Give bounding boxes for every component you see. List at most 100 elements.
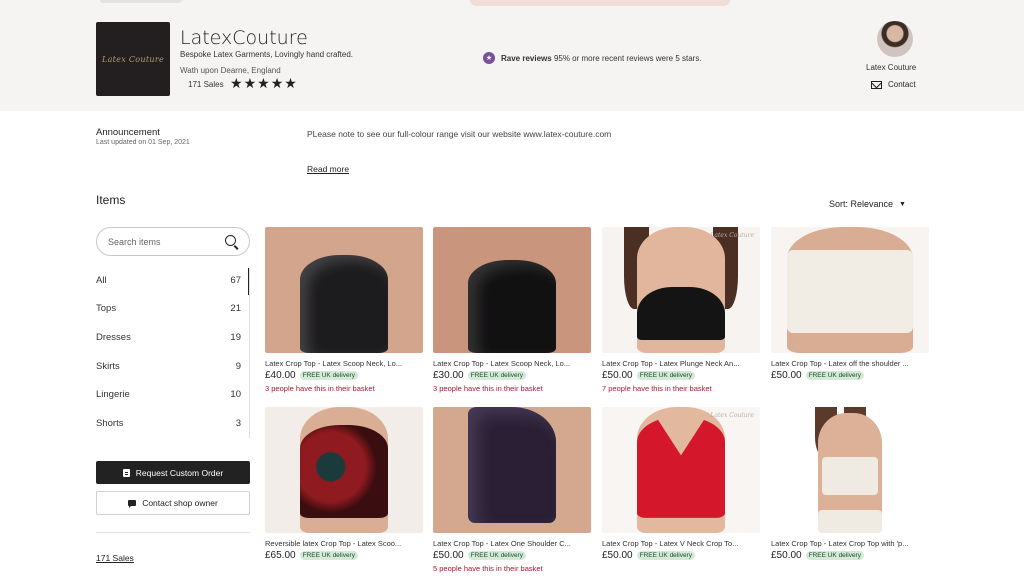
- product-price: £65.00: [265, 550, 296, 561]
- top-banner: [470, 0, 730, 6]
- free-delivery-badge: FREE UK delivery: [299, 551, 358, 560]
- product-card[interactable]: Latex Crop Top - Latex off the shoulder …: [771, 227, 929, 384]
- category-item-shorts[interactable]: Shorts 3: [96, 409, 250, 438]
- product-card[interactable]: Latex Crop Top - Latex Scoop Neck, Lo...…: [265, 227, 423, 393]
- category-label: Shorts: [96, 417, 124, 429]
- search-items-box[interactable]: [96, 227, 250, 256]
- product-price: £50.00: [602, 550, 633, 561]
- category-label: All: [96, 274, 107, 286]
- product-price: £40.00: [265, 370, 296, 381]
- product-image[interactable]: [771, 227, 929, 353]
- category-count: 67: [230, 274, 241, 286]
- star-icon: ★: [230, 75, 243, 91]
- product-title[interactable]: Latex Crop Top - Latex Scoop Neck, Lo...: [265, 359, 423, 368]
- product-card[interactable]: Reversible latex Crop Top - Latex Scoo..…: [265, 407, 423, 564]
- garment-shape: [299, 424, 389, 518]
- star-icon: ★: [270, 75, 284, 91]
- category-label: Tops: [96, 303, 117, 315]
- product-title[interactable]: Latex Crop Top - Latex Crop Top with 'p.…: [771, 539, 929, 548]
- shop-tagline: Bespoke Latex Garments, Lovingly hand cr…: [180, 50, 353, 59]
- product-image[interactable]: [433, 407, 591, 533]
- rave-detail: 95% or more recent reviews were 5 stars.: [553, 53, 702, 63]
- product-image[interactable]: [433, 227, 591, 353]
- product-card[interactable]: Latex Crop Top - Latex One Shoulder C...…: [433, 407, 591, 573]
- free-delivery-badge: FREE UK delivery: [299, 371, 358, 380]
- category-count: 19: [230, 331, 241, 343]
- contact-link[interactable]: Contact: [871, 80, 916, 89]
- garment-shape: [786, 249, 914, 333]
- category-count: 10: [230, 389, 241, 401]
- free-delivery-badge: FREE UK delivery: [467, 371, 526, 380]
- product-image[interactable]: [265, 227, 423, 353]
- request-custom-order-button[interactable]: Request Custom Order: [96, 461, 250, 484]
- category-label: Skirts: [96, 360, 120, 372]
- shop-logo[interactable]: Latex Couture: [96, 22, 170, 96]
- product-title[interactable]: Latex Crop Top - Latex Scoop Neck, Lo...: [433, 359, 591, 368]
- garment-shape: [299, 254, 389, 353]
- product-price: £50.00: [433, 550, 464, 561]
- sort-dropdown[interactable]: Sort: Relevance ▼: [829, 199, 906, 209]
- sort-label: Sort: Relevance: [829, 199, 894, 209]
- read-more-link[interactable]: Read more: [307, 164, 349, 174]
- product-image[interactable]: [771, 407, 929, 533]
- document-icon: [122, 468, 130, 477]
- contact-shop-owner-button[interactable]: Contact shop owner: [96, 491, 250, 515]
- sales-link[interactable]: 171 Sales: [96, 553, 134, 563]
- caret-down-icon: ▼: [899, 200, 906, 208]
- category-item-dresses[interactable]: Dresses 19: [96, 323, 250, 352]
- owner-avatar[interactable]: [877, 21, 913, 57]
- rave-reviews-badge: ★ Rave reviews 95% or more recent review…: [483, 52, 702, 64]
- basket-note: 3 people have this in their basket: [433, 384, 543, 393]
- product-price: £30.00: [433, 370, 464, 381]
- garment-shape: [821, 457, 879, 496]
- product-price: £50.00: [602, 370, 633, 381]
- announcement-updated: Last updated on 01 Sep, 2021: [96, 139, 190, 146]
- top-nav-stub: [100, 0, 182, 3]
- category-rail: [249, 268, 250, 438]
- garment-shape: [636, 287, 726, 341]
- basket-note: 3 people have this in their basket: [265, 384, 375, 393]
- category-count: 3: [235, 417, 241, 429]
- category-count: 21: [230, 303, 241, 315]
- announcement-title: Announcement: [96, 127, 160, 138]
- product-title[interactable]: Reversible latex Crop Top - Latex Scoo..…: [265, 539, 423, 548]
- product-card[interactable]: Latex Crop Top - Latex Scoop Neck, Lo...…: [433, 227, 591, 393]
- product-title[interactable]: Latex Crop Top - Latex Plunge Neck An...: [602, 359, 760, 368]
- star-icon: ★: [257, 75, 270, 91]
- product-image[interactable]: [265, 407, 423, 533]
- product-card[interactable]: Latex Couture Latex Crop Top - Latex V N…: [602, 407, 760, 564]
- garment-shape: [467, 259, 557, 353]
- category-item-tops[interactable]: Tops 21: [96, 295, 250, 324]
- search-input[interactable]: [108, 236, 218, 247]
- product-card[interactable]: Latex Couture Latex Crop Top - Latex Plu…: [602, 227, 760, 393]
- mail-icon: [871, 80, 882, 89]
- garment-shape: [467, 407, 557, 523]
- basket-note: 5 people have this in their basket: [433, 564, 543, 573]
- product-title[interactable]: Latex Crop Top - Latex V Neck Crop To...: [602, 539, 760, 548]
- search-icon[interactable]: [225, 235, 236, 246]
- star-icon: ★: [284, 75, 297, 91]
- product-title[interactable]: Latex Crop Top - Latex off the shoulder …: [771, 359, 929, 368]
- skirt-shape: [818, 510, 882, 533]
- shop-logo-text: Latex Couture: [101, 54, 164, 64]
- shop-name: LatexCouture: [180, 27, 308, 49]
- basket-note: 7 people have this in their basket: [602, 384, 712, 393]
- watermark-logo: Latex Couture: [710, 232, 754, 239]
- category-item-lingerie[interactable]: Lingerie 10: [96, 380, 250, 409]
- product-image[interactable]: Latex Couture: [602, 227, 760, 353]
- contact-shop-owner-label: Contact shop owner: [142, 498, 218, 508]
- award-icon: ★: [483, 52, 495, 64]
- request-custom-order-label: Request Custom Order: [135, 467, 224, 478]
- product-title[interactable]: Latex Crop Top - Latex One Shoulder C...: [433, 539, 591, 548]
- shop-location: Wath upon Dearne, England: [180, 66, 281, 75]
- watermark-logo: Latex Couture: [710, 412, 754, 419]
- category-item-skirts[interactable]: Skirts 9: [96, 352, 250, 381]
- owner-name[interactable]: Latex Couture: [866, 63, 916, 72]
- free-delivery-badge: FREE UK delivery: [467, 551, 526, 560]
- category-list: All 67 Tops 21 Dresses 19 Skirts 9 Lingerie 1…: [96, 266, 250, 438]
- product-card[interactable]: Latex Crop Top - Latex Crop Top with 'p.…: [771, 407, 929, 564]
- rating-stars[interactable]: ★ ★ ★ ★ ★: [230, 76, 297, 90]
- category-item-all[interactable]: All 67: [96, 266, 250, 295]
- product-price: £50.00: [771, 550, 802, 561]
- product-image[interactable]: Latex Couture: [602, 407, 760, 533]
